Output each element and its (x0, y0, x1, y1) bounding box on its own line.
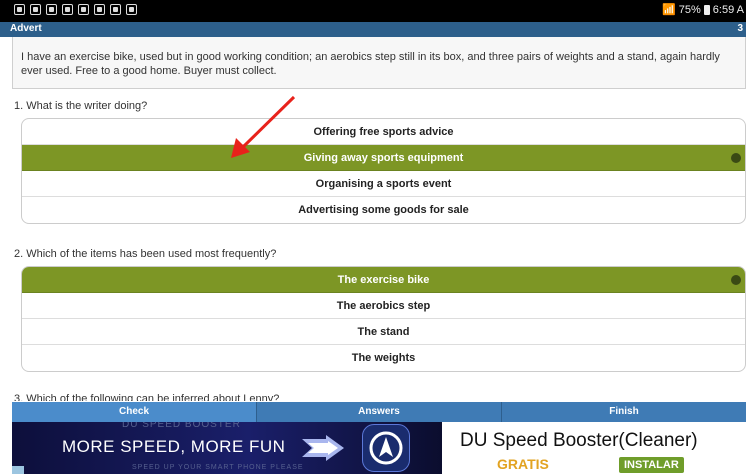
answer-option-selected[interactable]: The exercise bike (22, 267, 745, 293)
wifi-icon: 📶 (662, 4, 676, 16)
ad-slogan: MORE SPEED, MORE FUN (62, 437, 286, 456)
adchoices-icon[interactable] (12, 466, 24, 474)
answer-option-label: Giving away sports equipment (303, 152, 464, 164)
image-icon (30, 4, 41, 15)
answer-option[interactable]: The aerobics step (22, 293, 745, 319)
answer-option[interactable]: Organising a sports event (22, 171, 745, 197)
answer-option-label: The exercise bike (337, 274, 430, 286)
app-icon (94, 4, 105, 15)
clock: 6:59 A (712, 3, 744, 16)
install-button[interactable]: INSTALAR (619, 457, 684, 473)
question-2-options: The exercise bike The aerobics step The … (21, 266, 746, 372)
selected-indicator-icon (731, 153, 741, 163)
title-bar: Advert 3 (0, 22, 746, 37)
passage-text: I have an exercise bike, used but in goo… (21, 51, 720, 77)
ad-price: GRATIS (497, 456, 549, 472)
bag-icon (126, 4, 137, 15)
answer-option[interactable]: The weights (22, 345, 745, 371)
answers-button[interactable]: Answers (257, 402, 502, 422)
status-bar: 📶 75% 6:59 A (0, 0, 746, 22)
ad-banner[interactable]: DU SPEED BOOSTER MORE SPEED, MORE FUN SP… (12, 422, 746, 474)
ad-ghost-text: SPEED UP YOUR SMART PHONE PLEASE (132, 464, 304, 471)
message-icon (62, 4, 73, 15)
gallery-icon (46, 4, 57, 15)
answer-option[interactable]: Advertising some goods for sale (22, 197, 745, 223)
app-icon (110, 4, 121, 15)
finish-button[interactable]: Finish (502, 402, 746, 422)
answer-option[interactable]: The stand (22, 319, 745, 345)
selected-indicator-icon (731, 275, 741, 285)
app-icon (78, 4, 89, 15)
page-title: Advert (10, 23, 42, 34)
question-1-options: Offering free sports advice Giving away … (21, 118, 746, 224)
speed-arrow-icon (302, 435, 344, 461)
ad-title: DU Speed Booster(Cleaner) (460, 430, 698, 451)
bottom-tab-bar: Check Answers Finish (12, 402, 746, 422)
question-2-prompt: 2. Which of the items has been used most… (14, 248, 277, 260)
ad-image[interactable]: DU SPEED BOOSTER MORE SPEED, MORE FUN SP… (12, 422, 442, 474)
question-1-prompt: 1. What is the writer doing? (14, 100, 148, 112)
booster-app-icon (362, 424, 410, 472)
question-counter: 3 (737, 23, 743, 34)
mail-icon (14, 4, 25, 15)
answer-option[interactable]: Offering free sports advice (22, 119, 745, 145)
battery-icon (703, 4, 710, 15)
ad-ghost-text: DU SPEED BOOSTER (122, 422, 241, 430)
battery-percent: 75% (678, 3, 701, 16)
notification-icons (14, 4, 137, 15)
check-button[interactable]: Check (12, 402, 257, 422)
reading-passage: I have an exercise bike, used but in goo… (12, 37, 746, 89)
question-3-prompt: 3. Which of the following can be inferre… (14, 393, 280, 401)
answer-option-selected[interactable]: Giving away sports equipment (22, 145, 745, 171)
